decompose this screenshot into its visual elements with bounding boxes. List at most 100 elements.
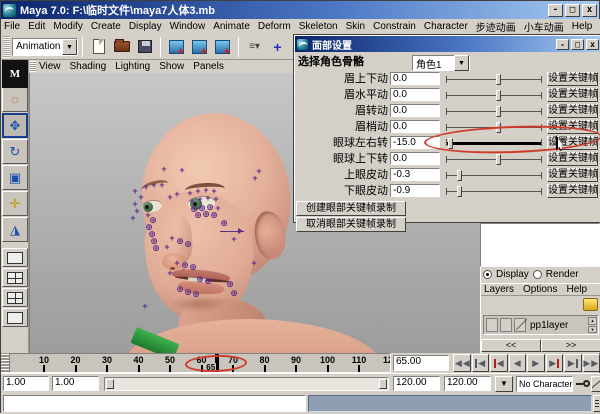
display-radio[interactable] <box>483 270 492 279</box>
set-keyframe-button[interactable]: 设置关键帧 <box>547 104 598 118</box>
new-scene-button[interactable] <box>88 36 109 57</box>
menu-item-display[interactable]: Display <box>129 21 162 32</box>
time-slider-grip[interactable] <box>1 353 9 373</box>
set-keyframe-button[interactable]: 设置关键帧 <box>547 168 598 182</box>
skeleton-combo[interactable]: 角色1 ▼ <box>412 55 470 71</box>
script-editor-button[interactable] <box>593 395 600 412</box>
single-pane-layout-button[interactable] <box>2 248 28 267</box>
command-line-input[interactable] <box>3 395 306 412</box>
panel-menu-panels[interactable]: Panels <box>193 61 224 72</box>
plus-tool-button[interactable]: + <box>267 36 288 57</box>
move-tool-button[interactable]: ✥ <box>2 113 28 138</box>
open-scene-button[interactable] <box>111 36 132 57</box>
four-pane-layout-button[interactable] <box>2 268 28 287</box>
create-layer-icon[interactable] <box>583 298 598 311</box>
animation-end-field[interactable]: 120.00 <box>444 376 491 391</box>
slider-handle[interactable] <box>448 138 453 149</box>
attr-value-field[interactable]: 0.0 <box>390 152 440 165</box>
character-set-dropdown[interactable]: ▼ <box>495 376 513 392</box>
minimize-button[interactable]: - <box>548 4 563 17</box>
attr-value-field[interactable]: -0.9 <box>390 184 440 197</box>
attr-slider[interactable] <box>446 170 542 181</box>
cancel-eye-key-record-button[interactable]: 取消眼部关键帧录制 <box>296 217 406 232</box>
soft-mod-tool-button[interactable]: ◮ <box>2 217 28 242</box>
slider-handle[interactable] <box>496 74 501 85</box>
panel-menu-lighting[interactable]: Lighting <box>115 61 150 72</box>
panel-menu-grip[interactable] <box>30 61 36 72</box>
animation-preferences-button[interactable] <box>591 376 600 392</box>
character-set-field[interactable]: No Character Set <box>516 376 573 392</box>
snap-curve-button[interactable] <box>189 36 210 57</box>
attr-slider[interactable] <box>446 154 542 165</box>
rotate-tool-button[interactable]: ↻ <box>2 139 28 164</box>
main-titlebar[interactable]: Maya 7.0: F:\临时文件\maya7人体3.mb - □ x <box>1 1 599 19</box>
construction-history-button[interactable]: ≡▾ <box>244 36 265 57</box>
go-to-start-button[interactable]: ◀◀ <box>453 354 471 372</box>
menu-item-modify[interactable]: Modify <box>53 21 82 32</box>
slider-handle[interactable] <box>457 170 462 181</box>
attr-slider[interactable] <box>446 122 542 133</box>
dialog-maximize-button[interactable]: □ <box>571 39 584 50</box>
attr-value-field[interactable]: -15.0 <box>390 136 440 149</box>
playback-end-field[interactable]: 120.00 <box>393 376 440 391</box>
menu-item-edit[interactable]: Edit <box>28 21 45 32</box>
skeleton-combo-dropdown-icon[interactable]: ▼ <box>454 55 469 71</box>
toolbar-grip[interactable] <box>3 36 10 58</box>
slider-handle[interactable] <box>496 154 501 165</box>
menu-item-animate[interactable]: Animate <box>213 21 250 32</box>
menu-item-create[interactable]: Create <box>91 21 121 32</box>
lasso-tool-button[interactable]: ◌ <box>2 87 28 112</box>
layer-playback-toggle[interactable] <box>500 318 512 332</box>
layer-row[interactable]: pp1layer ▲▼ <box>483 315 599 335</box>
menu-item-小车动画[interactable]: 小车动画 <box>524 19 564 34</box>
set-keyframe-button[interactable]: 设置关键帧 <box>547 88 598 102</box>
attr-value-field[interactable]: 0.0 <box>390 72 440 85</box>
menu-item-skin[interactable]: Skin <box>346 21 365 32</box>
slider-handle[interactable] <box>496 122 501 133</box>
step-forward-key-button[interactable]: ▶ <box>564 354 582 372</box>
play-backwards-button[interactable]: ◀ <box>509 354 527 372</box>
hypergraph-layout-button[interactable] <box>2 308 28 327</box>
menu-item-character[interactable]: Character <box>424 21 468 32</box>
current-time-field[interactable]: 65.00 <box>393 355 449 371</box>
snap-grid-button[interactable] <box>166 36 187 57</box>
close-button[interactable]: x <box>582 4 597 17</box>
slider-handle[interactable] <box>457 186 462 197</box>
step-back-frame-button[interactable]: ◀ <box>490 354 508 372</box>
playback-start-field[interactable]: 1.00 <box>52 376 99 391</box>
universal-manipulator-tool-button[interactable]: ✛ <box>2 191 28 216</box>
menu-item-deform[interactable]: Deform <box>258 21 291 32</box>
layer-page-prev-button[interactable]: << <box>481 339 541 352</box>
create-eye-key-record-button[interactable]: 创建眼部关键帧录制 <box>296 201 406 216</box>
panel-menu-view[interactable]: View <box>39 61 61 72</box>
persp-outliner-layout-button[interactable] <box>2 288 28 307</box>
scale-tool-button[interactable]: ▣ <box>2 165 28 190</box>
attr-value-field[interactable]: 0.0 <box>390 88 440 101</box>
attr-slider[interactable] <box>446 106 542 117</box>
menu-item-constrain[interactable]: Constrain <box>373 21 416 32</box>
attr-slider[interactable] <box>446 138 542 149</box>
layer-display-type-toggle[interactable] <box>514 318 526 332</box>
menu-set-dropdown-icon[interactable]: ▼ <box>62 39 77 55</box>
range-slider[interactable] <box>104 377 389 391</box>
dialog-titlebar[interactable]: 面部设置 - □ x <box>295 36 600 52</box>
step-forward-frame-button[interactable]: ▶ <box>546 354 564 372</box>
panel-menu-shading[interactable]: Shading <box>70 61 107 72</box>
slider-handle[interactable] <box>496 106 501 117</box>
set-keyframe-button[interactable]: 设置关键帧 <box>547 136 598 150</box>
layer-menu-help[interactable]: Help <box>566 284 587 295</box>
layer-scrollbar[interactable]: ▲▼ <box>588 317 597 333</box>
save-scene-button[interactable] <box>134 36 155 57</box>
attr-value-field[interactable]: -0.3 <box>390 168 440 181</box>
set-keyframe-button[interactable]: 设置关键帧 <box>547 152 598 166</box>
step-back-key-button[interactable]: ◀ <box>472 354 490 372</box>
menu-item-file[interactable]: File <box>4 21 20 32</box>
attr-slider[interactable] <box>446 90 542 101</box>
dialog-minimize-button[interactable]: - <box>556 39 569 50</box>
layer-page-next-button[interactable]: >> <box>541 339 600 352</box>
menu-item-skeleton[interactable]: Skeleton <box>299 21 338 32</box>
layer-menu-layers[interactable]: Layers <box>484 284 514 295</box>
set-keyframe-button[interactable]: 设置关键帧 <box>547 120 598 134</box>
layer-menu-options[interactable]: Options <box>523 284 557 295</box>
layer-name[interactable]: pp1layer <box>526 320 588 331</box>
